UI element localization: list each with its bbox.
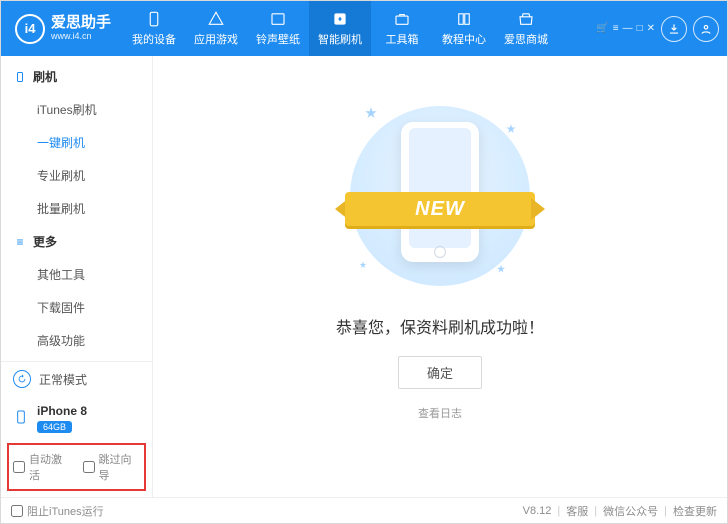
sidebar-bottom: 正常模式 iPhone 8 64GB 自动激活 跳过向导 <box>1 361 152 497</box>
menu-icon: ≡ <box>13 235 27 249</box>
nav-flash[interactable]: 智能刷机 <box>309 1 371 56</box>
titlebar-buttons: 🛒 ≡ — □ ✕ <box>596 23 655 34</box>
skip-wizard-checkbox[interactable]: 跳过向导 <box>83 451 141 483</box>
flash-icon <box>331 10 349 28</box>
sidebar-item-batch-flash[interactable]: 批量刷机 <box>1 192 152 225</box>
store-icon <box>517 10 535 28</box>
success-illustration: NEW <box>340 96 540 296</box>
phone-icon <box>13 409 29 428</box>
nav-apps[interactable]: 应用游戏 <box>185 1 247 56</box>
top-nav: 我的设备 应用游戏 铃声壁纸 智能刷机 工具箱 教程中心 <box>123 1 557 56</box>
phone-icon <box>13 71 27 83</box>
phone-icon <box>145 10 163 28</box>
nav-tutorials[interactable]: 教程中心 <box>433 1 495 56</box>
nav-store[interactable]: 爱思商城 <box>495 1 557 56</box>
header: i4 爱思助手 www.i4.cn 我的设备 应用游戏 铃声壁纸 智能刷机 <box>1 1 727 56</box>
maximize-icon[interactable]: □ <box>637 23 643 34</box>
refresh-icon <box>13 370 31 388</box>
view-log-link[interactable]: 查看日志 <box>418 405 462 421</box>
footer-link-update[interactable]: 检查更新 <box>673 503 717 519</box>
auto-activate-checkbox[interactable]: 自动激活 <box>13 451 71 483</box>
brand-url: www.i4.cn <box>51 32 111 42</box>
version-label: V8.12 <box>523 505 552 517</box>
device-name: iPhone 8 <box>37 404 87 418</box>
body: 刷机 iTunes刷机 一键刷机 专业刷机 批量刷机 ≡ 更多 其他工具 下载固… <box>1 56 727 497</box>
sidebar-group-flash[interactable]: 刷机 <box>1 60 152 93</box>
sidebar-item-itunes-flash[interactable]: iTunes刷机 <box>1 93 152 126</box>
download-button[interactable] <box>661 16 687 42</box>
bottom-options: 自动激活 跳过向导 <box>7 443 146 491</box>
block-itunes-checkbox[interactable]: 阻止iTunes运行 <box>11 503 104 519</box>
footer-link-wechat[interactable]: 微信公众号 <box>603 503 658 519</box>
book-icon <box>455 10 473 28</box>
new-ribbon: NEW <box>345 182 535 234</box>
sidebar-tree: 刷机 iTunes刷机 一键刷机 专业刷机 批量刷机 ≡ 更多 其他工具 下载固… <box>1 56 152 361</box>
ok-button[interactable]: 确定 <box>398 356 482 389</box>
footer-link-support[interactable]: 客服 <box>566 503 588 519</box>
minimize-icon[interactable]: — <box>623 23 633 34</box>
cart-icon[interactable]: 🛒 <box>596 23 608 34</box>
main-content: NEW 恭喜您，保资料刷机成功啦！ 确定 查看日志 <box>153 56 727 497</box>
storage-badge: 64GB <box>37 421 72 433</box>
logo-icon: i4 <box>15 14 45 44</box>
success-message: 恭喜您，保资料刷机成功啦！ <box>336 314 544 338</box>
close-icon[interactable]: ✕ <box>647 23 655 34</box>
logo[interactable]: i4 爱思助手 www.i4.cn <box>9 14 111 44</box>
brand-name: 爱思助手 <box>51 15 111 32</box>
nav-toolbox[interactable]: 工具箱 <box>371 1 433 56</box>
sidebar-item-pro-flash[interactable]: 专业刷机 <box>1 159 152 192</box>
sidebar-item-download-firmware[interactable]: 下载固件 <box>1 291 152 324</box>
sidebar-item-advanced[interactable]: 高级功能 <box>1 324 152 357</box>
device-row[interactable]: iPhone 8 64GB <box>1 396 152 441</box>
logo-text: 爱思助手 www.i4.cn <box>51 15 111 41</box>
app-window: i4 爱思助手 www.i4.cn 我的设备 应用游戏 铃声壁纸 智能刷机 <box>0 0 728 524</box>
status-bar: 阻止iTunes运行 V8.12 | 客服 | 微信公众号 | 检查更新 <box>1 497 727 523</box>
user-button[interactable] <box>693 16 719 42</box>
apps-icon <box>207 10 225 28</box>
sidebar: 刷机 iTunes刷机 一键刷机 专业刷机 批量刷机 ≡ 更多 其他工具 下载固… <box>1 56 153 497</box>
sidebar-item-onekey-flash[interactable]: 一键刷机 <box>1 126 152 159</box>
mode-row[interactable]: 正常模式 <box>1 362 152 396</box>
sidebar-item-other-tools[interactable]: 其他工具 <box>1 258 152 291</box>
menu-icon[interactable]: ≡ <box>613 23 619 34</box>
wallpaper-icon <box>269 10 287 28</box>
sidebar-group-more[interactable]: ≡ 更多 <box>1 225 152 258</box>
toolbox-icon <box>393 10 411 28</box>
nav-ringtones[interactable]: 铃声壁纸 <box>247 1 309 56</box>
nav-my-device[interactable]: 我的设备 <box>123 1 185 56</box>
window-controls: 🛒 ≡ — □ ✕ <box>596 16 719 42</box>
